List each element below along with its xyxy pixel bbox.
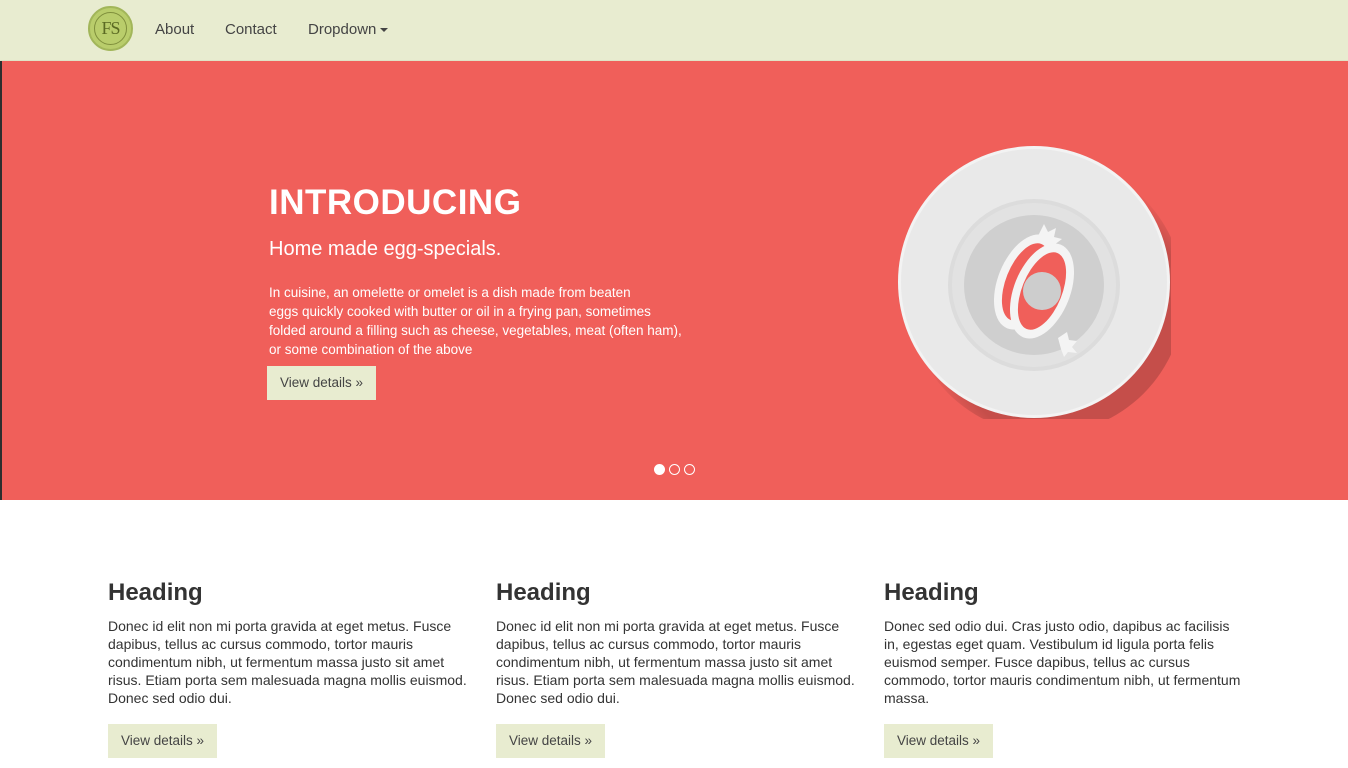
- carousel-indicator-2[interactable]: [669, 464, 680, 475]
- hero-description-line: or some combination of the above: [269, 342, 473, 357]
- feature-column-2: Heading Donec id elit non mi porta gravi…: [496, 578, 858, 758]
- view-details-button[interactable]: View details »: [108, 724, 218, 758]
- feature-text: Donec id elit non mi porta gravida at eg…: [108, 618, 467, 706]
- feature-text: Donec sed odio dui. Cras justo odio, dap…: [884, 618, 1241, 706]
- carousel-indicator-1[interactable]: [654, 464, 665, 475]
- hero-view-details-button[interactable]: View details »: [267, 366, 377, 400]
- hero-description: In cuisine, an omelette or omelet is a d…: [269, 283, 709, 359]
- hero-description-line: folded around a filling such as cheese, …: [269, 323, 682, 338]
- nav-link-contact[interactable]: Contact: [225, 20, 277, 40]
- nav-dropdown-label: Dropdown: [308, 21, 377, 38]
- caret-down-icon: [380, 28, 389, 33]
- feature-column-3: Heading Donec sed odio dui. Cras justo o…: [884, 578, 1246, 758]
- feature-heading: Heading: [496, 579, 591, 606]
- hero-title: INTRODUCING: [269, 183, 522, 222]
- hero-carousel: INTRODUCING Home made egg-specials. In c…: [0, 61, 1348, 500]
- nav-dropdown[interactable]: Dropdown: [308, 20, 389, 40]
- top-navbar: FS About Contact Dropdown: [0, 0, 1348, 61]
- carousel-indicator-3[interactable]: [684, 464, 695, 475]
- feature-heading: Heading: [108, 579, 203, 606]
- view-details-button[interactable]: View details »: [884, 724, 994, 758]
- view-details-button[interactable]: View details »: [496, 724, 606, 758]
- hero-description-line: eggs quickly cooked with butter or oil i…: [269, 304, 651, 319]
- feature-text: Donec id elit non mi porta gravida at eg…: [496, 618, 855, 706]
- egg-plate-icon: [898, 146, 1171, 419]
- hero-subtitle: Home made egg-specials.: [269, 238, 502, 260]
- brand-logo[interactable]: FS: [88, 6, 133, 51]
- brand-logo-text: FS: [94, 12, 127, 45]
- hero-description-line: In cuisine, an omelette or omelet is a d…: [269, 285, 631, 300]
- carousel-indicators: [654, 464, 695, 475]
- feature-heading: Heading: [884, 579, 979, 606]
- feature-column-1: Heading Donec id elit non mi porta gravi…: [108, 578, 470, 758]
- nav-link-about[interactable]: About: [155, 20, 194, 40]
